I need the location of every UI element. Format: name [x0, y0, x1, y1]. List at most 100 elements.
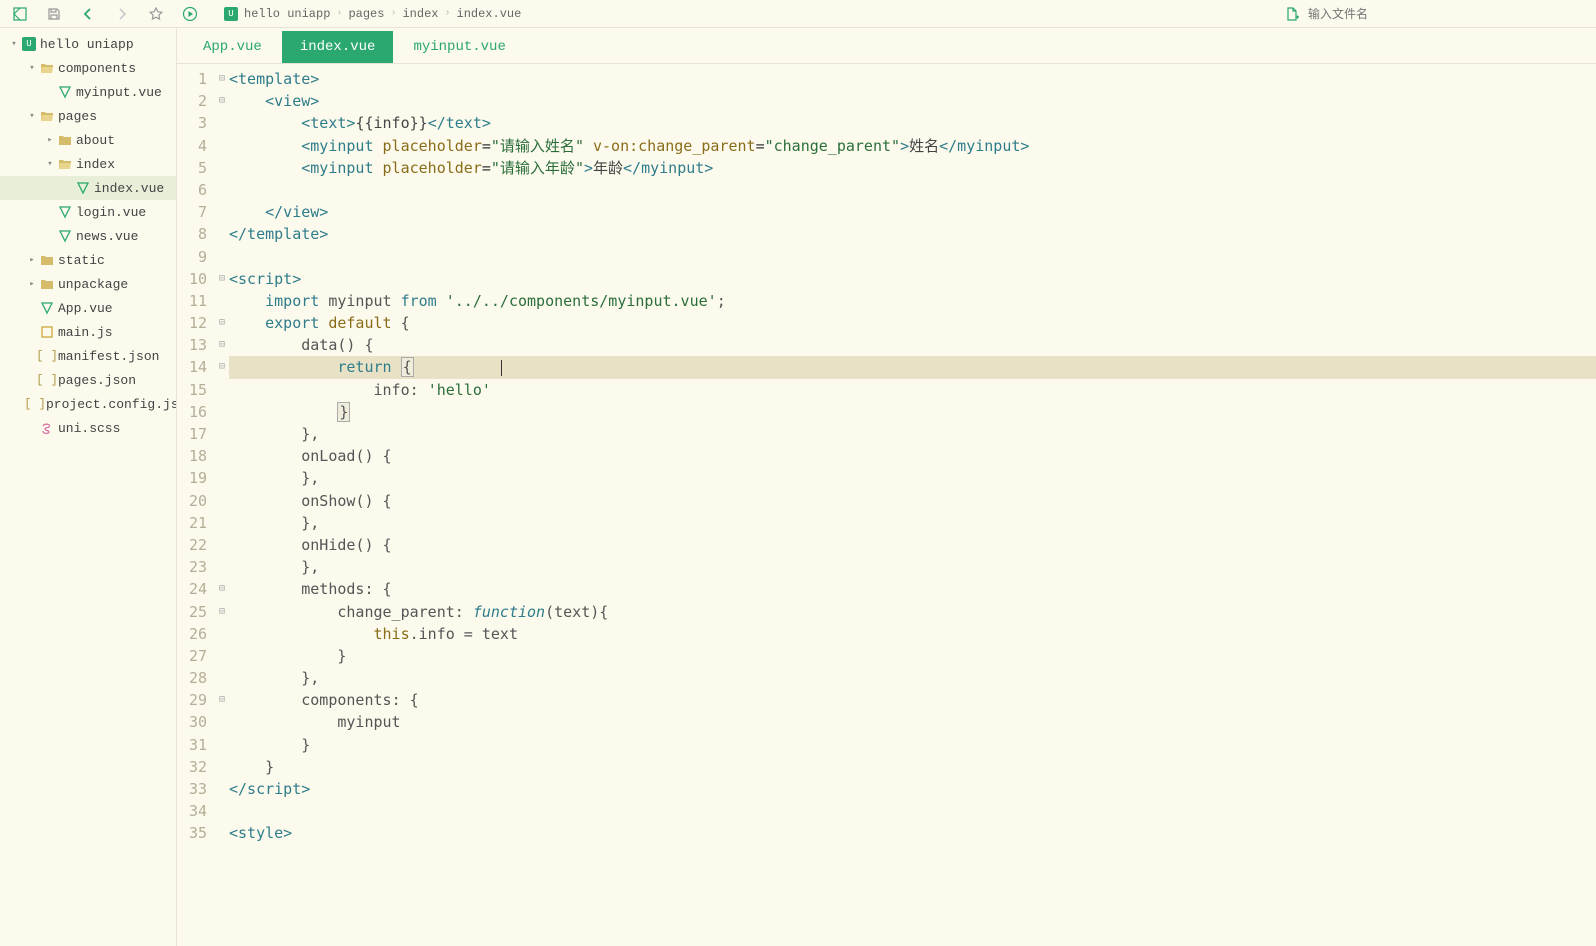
code-line[interactable]: }: [229, 401, 1596, 423]
code-line[interactable]: onHide() {: [229, 534, 1596, 556]
code-line[interactable]: </template>: [229, 223, 1596, 245]
breadcrumb-separator: ›: [444, 8, 450, 19]
code-line[interactable]: return {: [229, 356, 1596, 378]
editor-tab[interactable]: App.vue: [185, 31, 280, 63]
line-number: 32: [177, 756, 207, 778]
code-line[interactable]: },: [229, 423, 1596, 445]
code-editor[interactable]: 1234567891011121314151617181920212223242…: [177, 64, 1596, 946]
line-number: 9: [177, 246, 207, 268]
save-icon[interactable]: [46, 6, 62, 22]
tree-item[interactable]: ▾index: [0, 152, 176, 176]
tree-item[interactable]: main.js: [0, 320, 176, 344]
tree-item[interactable]: ▾Uhello uniapp: [0, 32, 176, 56]
json-icon: [ ]: [26, 397, 44, 411]
nav-back-icon[interactable]: [80, 6, 96, 22]
fold-placeholder: [215, 490, 229, 512]
code-line[interactable]: },: [229, 467, 1596, 489]
code-line[interactable]: }: [229, 734, 1596, 756]
editor-tab[interactable]: myinput.vue: [395, 31, 523, 63]
tree-item-label: news.vue: [76, 229, 138, 244]
tree-item[interactable]: index.vue: [0, 176, 176, 200]
tree-item[interactable]: ▸unpackage: [0, 272, 176, 296]
line-number: 2: [177, 90, 207, 112]
code-line[interactable]: }: [229, 756, 1596, 778]
tree-item[interactable]: [ ]manifest.json: [0, 344, 176, 368]
code-line[interactable]: myinput: [229, 711, 1596, 733]
bookmark-icon[interactable]: [148, 6, 164, 22]
tree-item[interactable]: [ ]project.config.json: [0, 392, 176, 416]
code-line[interactable]: [229, 246, 1596, 268]
fold-toggle-icon[interactable]: ⊟: [215, 356, 229, 378]
code-line[interactable]: onLoad() {: [229, 445, 1596, 467]
code-line[interactable]: <style>: [229, 822, 1596, 844]
chevron-right-icon[interactable]: ▸: [26, 279, 38, 289]
code-line[interactable]: info: 'hello': [229, 379, 1596, 401]
fold-placeholder: [215, 512, 229, 534]
chevron-down-icon[interactable]: ▾: [26, 111, 38, 121]
code-line[interactable]: export default {: [229, 312, 1596, 334]
line-number: 11: [177, 290, 207, 312]
code-line[interactable]: components: {: [229, 689, 1596, 711]
vue-icon: [56, 205, 74, 219]
editor-tab[interactable]: index.vue: [282, 31, 394, 63]
tree-item[interactable]: ▸static: [0, 248, 176, 272]
line-number: 13: [177, 334, 207, 356]
chevron-down-icon[interactable]: ▾: [8, 39, 20, 49]
nav-forward-icon[interactable]: [114, 6, 130, 22]
tree-item[interactable]: ▸about: [0, 128, 176, 152]
fold-toggle-icon[interactable]: ⊟: [215, 601, 229, 623]
code-line[interactable]: <myinput placeholder="请输入姓名" v-on:change…: [229, 135, 1596, 157]
code-line[interactable]: onShow() {: [229, 490, 1596, 512]
chevron-right-icon[interactable]: ▸: [26, 255, 38, 265]
file-explorer[interactable]: ▾Uhello uniapp▾componentsmyinput.vue▾pag…: [0, 28, 177, 946]
fold-toggle-icon[interactable]: ⊟: [215, 578, 229, 600]
collapse-panel-icon[interactable]: [12, 6, 28, 22]
run-icon[interactable]: [182, 6, 198, 22]
code-line[interactable]: data() {: [229, 334, 1596, 356]
code-line[interactable]: <script>: [229, 268, 1596, 290]
fold-toggle-icon[interactable]: ⊟: [215, 268, 229, 290]
tree-item[interactable]: uni.scss: [0, 416, 176, 440]
tree-item[interactable]: ▾components: [0, 56, 176, 80]
breadcrumb-item[interactable]: index.vue: [457, 7, 522, 21]
code-line[interactable]: <myinput placeholder="请输入年龄">年龄</myinput…: [229, 157, 1596, 179]
code-line[interactable]: }: [229, 645, 1596, 667]
code-line[interactable]: import myinput from '../../components/my…: [229, 290, 1596, 312]
fold-toggle-icon[interactable]: ⊟: [215, 689, 229, 711]
chevron-down-icon[interactable]: ▾: [26, 63, 38, 73]
search-input[interactable]: [1308, 7, 1584, 21]
fold-toggle-icon[interactable]: ⊟: [215, 312, 229, 334]
fold-placeholder: [215, 290, 229, 312]
code-line[interactable]: methods: {: [229, 578, 1596, 600]
breadcrumb-item[interactable]: index: [402, 7, 438, 21]
code-line[interactable]: [229, 179, 1596, 201]
tree-item[interactable]: myinput.vue: [0, 80, 176, 104]
tree-item[interactable]: [ ]pages.json: [0, 368, 176, 392]
breadcrumb-item[interactable]: pages: [348, 7, 384, 21]
code-line[interactable]: },: [229, 667, 1596, 689]
chevron-right-icon[interactable]: ▸: [44, 135, 56, 145]
code-line[interactable]: },: [229, 512, 1596, 534]
chevron-down-icon[interactable]: ▾: [44, 159, 56, 169]
tree-item[interactable]: App.vue: [0, 296, 176, 320]
fold-toggle-icon[interactable]: ⊟: [215, 334, 229, 356]
code-line[interactable]: <view>: [229, 90, 1596, 112]
breadcrumb-item[interactable]: hello uniapp: [244, 7, 330, 21]
code-line[interactable]: change_parent: function(text){: [229, 601, 1596, 623]
code-line[interactable]: },: [229, 556, 1596, 578]
fold-toggle-icon[interactable]: ⊟: [215, 68, 229, 90]
code-line[interactable]: </script>: [229, 778, 1596, 800]
code-content[interactable]: <template> <view> <text>{{info}}</text> …: [229, 64, 1596, 946]
fold-toggle-icon[interactable]: ⊟: [215, 90, 229, 112]
code-line[interactable]: <text>{{info}}</text>: [229, 112, 1596, 134]
new-file-icon[interactable]: [1284, 6, 1300, 22]
tree-item-label: main.js: [58, 325, 113, 340]
code-line[interactable]: this.info = text: [229, 623, 1596, 645]
tree-item[interactable]: login.vue: [0, 200, 176, 224]
code-line[interactable]: <template>: [229, 68, 1596, 90]
code-line[interactable]: </view>: [229, 201, 1596, 223]
tree-item[interactable]: news.vue: [0, 224, 176, 248]
code-line[interactable]: [229, 800, 1596, 822]
fold-gutter[interactable]: ⊟⊟⊟⊟⊟⊟⊟⊟⊟: [215, 64, 229, 946]
tree-item[interactable]: ▾pages: [0, 104, 176, 128]
